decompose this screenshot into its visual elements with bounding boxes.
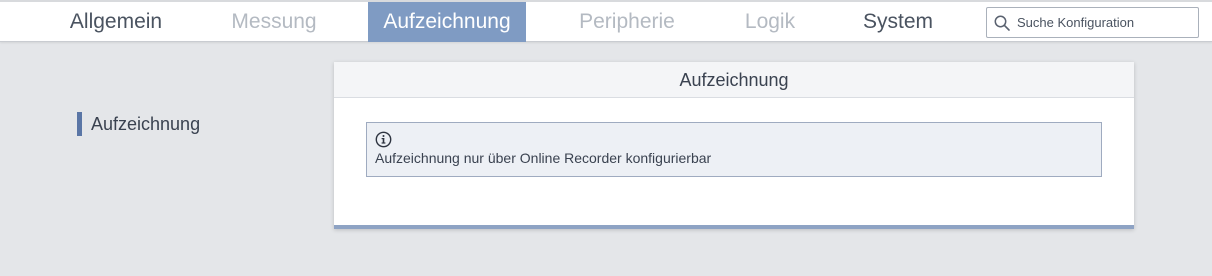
config-panel: Aufzeichnung Aufzeichnung nur über Onlin… (334, 62, 1134, 229)
tab-allgemein[interactable]: Allgemein (56, 2, 176, 42)
search-icon (994, 15, 1010, 31)
sidebar-item-label: Aufzeichnung (91, 114, 201, 134)
info-message-box: Aufzeichnung nur über Online Recorder ko… (366, 122, 1102, 177)
tab-system[interactable]: System (852, 2, 944, 42)
tab-peripherie[interactable]: Peripherie (566, 2, 688, 42)
tab-logik[interactable]: Logik (730, 2, 810, 42)
tab-messung[interactable]: Messung (218, 2, 330, 42)
search-input[interactable] (1017, 8, 1195, 37)
sidebar-selection-marker (77, 112, 82, 136)
top-navigation-bar: Allgemein Messung Aufzeichnung Peripheri… (0, 0, 1212, 42)
info-icon (375, 131, 392, 148)
tab-aufzeichnung[interactable]: Aufzeichnung (368, 2, 526, 42)
search-box[interactable] (986, 7, 1199, 38)
panel-title: Aufzeichnung (334, 62, 1134, 98)
info-message-text: Aufzeichnung nur über Online Recorder ko… (375, 150, 712, 166)
